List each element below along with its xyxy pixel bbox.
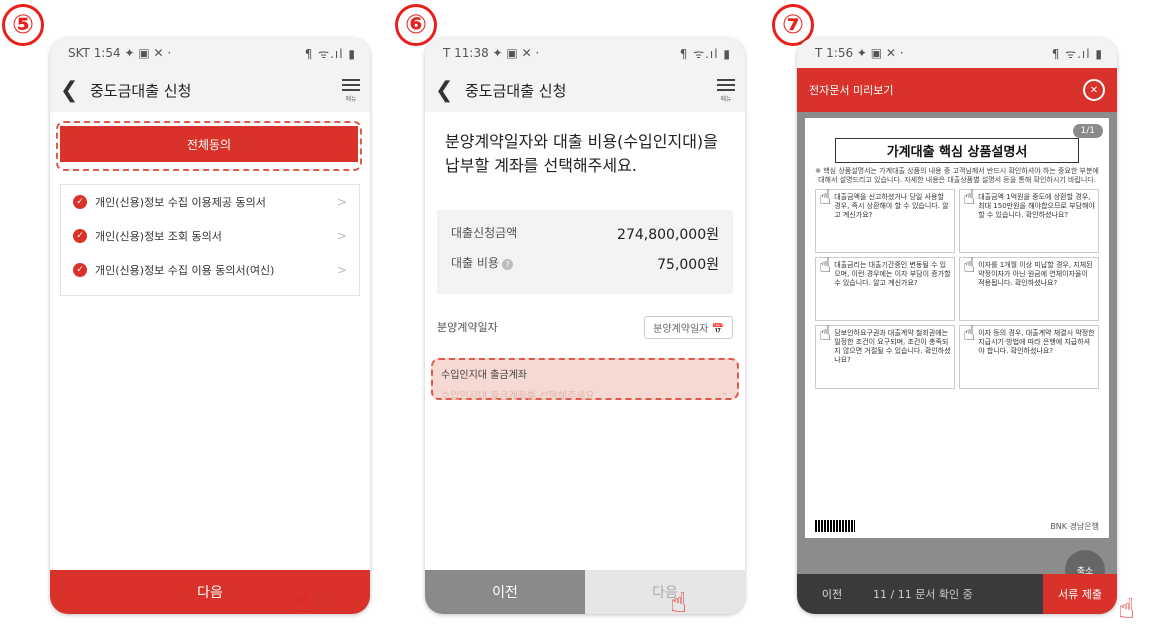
status-right: ¶ ᯤ.ıl ▮ — [304, 46, 356, 61]
next-button[interactable]: 다음 — [585, 570, 745, 614]
document-grid: ☝ 대출금액을 신고하셨거나 당일 사용할 경우, 즉시 상환해야 할 수 있습니… — [815, 185, 1099, 389]
document-footer: BNK 경남은행 — [815, 520, 1099, 532]
cell-text: 이자를 1개월 이상 미납할 경우, 지체된 약정이자가 아닌 원금에 연체이자… — [978, 261, 1093, 287]
cell-text: 담보인하요구권과 대출계약 철회권에는 일정한 조건이 요구되며, 조건이 충족… — [834, 329, 951, 364]
account-placeholder: 수입인지대 출금계좌를 선택해주세요 — [441, 391, 595, 402]
loan-amount-label: 대출신청금액 — [451, 226, 518, 240]
status-left: T 1:56 ✦ ▣ ✕ · — [815, 46, 904, 60]
bottom-bar: 다음 — [50, 570, 370, 614]
account-label: 수입인지대 출금계좌 — [441, 370, 527, 381]
content-area: 전체동의 ✓ 개인(신용)정보 수집 이용제공 동의서 > ✓ 개인(신용)정보… — [50, 112, 370, 570]
document-intro: ※ 핵심 상품설명서는 가계대출 상품의 내용 중 고객님께서 반드시 확인하셔… — [815, 167, 1099, 184]
app-bar: ❮ 중도금대출 신청 메뉴 — [50, 68, 370, 112]
document-cell: ☝ 담보인하요구권과 대출계약 철회권에는 일정한 조건이 요구되며, 조건이 충… — [815, 321, 955, 389]
menu-label: 메뉴 — [720, 96, 732, 103]
loan-cost-value: 75,000원 — [657, 257, 719, 273]
amount-summary: 대출신청금액 274,800,000원 대출 비용? 75,000원 — [437, 210, 733, 294]
contract-date-row: 분양계약일자 분양계약일자 📅 — [437, 312, 733, 342]
pointing-hand-icon: ☝ — [963, 321, 976, 345]
page-title: 중도금대출 신청 — [90, 81, 192, 100]
account-select[interactable]: 수입인지대 출금계좌 수입인지대 출금계좌를 선택해주세요 ⌄ — [431, 358, 739, 402]
contract-date-picker[interactable]: 분양계약일자 📅 — [644, 315, 733, 339]
agree-all-button[interactable]: 전체동의 — [60, 126, 358, 162]
prev-button[interactable]: 이전 — [425, 570, 585, 614]
pointing-hand-icon: ☝ — [963, 253, 976, 277]
pointing-hand-icon: ☝ — [819, 185, 832, 209]
next-button[interactable]: 다음 — [50, 570, 370, 614]
help-icon[interactable]: ? — [501, 259, 513, 270]
instruction-heading: 분양계약일자와 대출 비용(수입인지대)을 납부할 계좌를 선택해주세요. — [445, 132, 718, 175]
barcode-icon — [815, 520, 855, 532]
consent-label: 개인(신용)정보 수집 이용제공 동의서 — [95, 196, 266, 209]
menu-icon[interactable]: 메뉴 — [342, 76, 360, 103]
status-right: ¶ ᯤ.ıl ▮ — [679, 46, 731, 61]
page-title: 중도금대출 신청 — [465, 81, 567, 100]
cell-text: 대출금액 1억원을 중도에 상환할 경우, 최대 150만원을 해야합으므로 부… — [978, 193, 1095, 219]
status-bar: T 1:56 ✦ ▣ ✕ · ¶ ᯤ.ıl ▮ — [797, 38, 1117, 68]
tap-hand-icon: ☝ — [670, 586, 688, 619]
consent-list: ✓ 개인(신용)정보 수집 이용제공 동의서 > ✓ 개인(신용)정보 조회 동… — [60, 184, 360, 296]
loan-amount-value: 274,800,000원 — [617, 227, 719, 243]
viewer-footer: 이전 11 / 11 문서 확인 중 서류 제출 — [797, 574, 1117, 614]
preview-header: 전자문서 미리보기 ✕ — [797, 68, 1117, 112]
document-cell: ☝ 대출금리는 대출기간중인 변동될 수 있으며, 이런 경우에는 이자 부담이 … — [815, 253, 955, 321]
check-icon: ✓ — [73, 263, 87, 277]
chevron-down-icon: ⌄ — [720, 387, 729, 398]
back-icon[interactable]: ❮ — [435, 78, 459, 103]
document-title: 가계대출 핵심 상품설명서 — [835, 138, 1079, 163]
menu-icon[interactable]: 메뉴 — [717, 76, 735, 103]
step-badge-5: ⑤ — [2, 4, 44, 46]
pointing-hand-icon: ☝ — [963, 185, 976, 209]
status-bar: T 11:38 ✦ ▣ ✕ · ¶ ᯤ.ıl ▮ — [425, 38, 745, 68]
phone-screen-5: SKT 1:54 ✦ ▣ ✕ · ¶ ᯤ.ıl ▮ ❮ 중도금대출 신청 메뉴 … — [50, 38, 370, 614]
preview-title: 전자문서 미리보기 — [809, 84, 894, 97]
phone-screen-7: T 1:56 ✦ ▣ ✕ · ¶ ᯤ.ıl ▮ 전자문서 미리보기 ✕ 가계대출… — [797, 38, 1117, 614]
pointing-hand-icon: ☝ — [819, 253, 832, 277]
cell-text: 대출금리는 대출기간중인 변동될 수 있으며, 이런 경우에는 이자 부담이 증… — [834, 261, 951, 287]
step-badge-6: ⑥ — [395, 4, 437, 46]
document-progress: 11 / 11 문서 확인 중 — [873, 588, 973, 601]
status-left: SKT 1:54 ✦ ▣ ✕ · — [68, 46, 172, 60]
chevron-right-icon: > — [336, 195, 347, 209]
prev-button[interactable]: 이전 — [797, 586, 867, 602]
status-left: T 11:38 ✦ ▣ ✕ · — [443, 46, 540, 60]
page-indicator: 1/1 — [1072, 124, 1103, 138]
chevron-right-icon: > — [336, 229, 347, 243]
check-icon: ✓ — [73, 195, 87, 209]
bottom-bar: 이전 다음 — [425, 570, 745, 614]
chevron-right-icon: > — [336, 263, 347, 277]
menu-label: 메뉴 — [345, 96, 357, 103]
cell-text: 대출금액을 신고하셨거나 당일 사용할 경우, 즉시 상환해야 할 수 있습니다… — [834, 193, 949, 219]
cell-text: 이자 등의 경우, 대출계약 체결시 약정한 지급시기·방법에 따라 은행에 지… — [978, 329, 1095, 355]
consent-item-1[interactable]: ✓ 개인(신용)정보 수집 이용제공 동의서 > — [61, 185, 359, 219]
tap-hand-icon: ☝ — [1118, 592, 1136, 625]
footer-brand: BNK 경남은행 — [1050, 521, 1099, 531]
status-right: ¶ ᯤ.ıl ▮ — [1051, 46, 1103, 61]
check-icon: ✓ — [73, 229, 87, 243]
phone-screen-6: T 11:38 ✦ ▣ ✕ · ¶ ᯤ.ıl ▮ ❮ 중도금대출 신청 메뉴 분… — [425, 38, 745, 614]
close-icon[interactable]: ✕ — [1083, 79, 1105, 101]
document-cell: ☝ 대출금액 1억원을 중도에 상환할 경우, 최대 150만원을 해야합으므로 … — [959, 185, 1099, 253]
loan-cost-label: 대출 비용 — [451, 256, 499, 270]
back-icon[interactable]: ❮ — [60, 78, 84, 103]
pointing-hand-icon: ☝ — [819, 321, 832, 345]
document-cell: ☝ 이자를 1개월 이상 미납할 경우, 지체된 약정이자가 아닌 원금에 연체이… — [959, 253, 1099, 321]
document-page: 가계대출 핵심 상품설명서 ※ 핵심 상품설명서는 가계대출 상품의 내용 중 … — [805, 118, 1109, 538]
document-cell: ☝ 이자 등의 경우, 대출계약 체결시 약정한 지급시기·방법에 따라 은행에 … — [959, 321, 1099, 389]
tap-hand-icon: ☝ — [294, 586, 312, 619]
content-area: 분양계약일자와 대출 비용(수입인지대)을 납부할 계좌를 선택해주세요. 대출… — [425, 112, 745, 570]
status-bar: SKT 1:54 ✦ ▣ ✕ · ¶ ᯤ.ıl ▮ — [50, 38, 370, 68]
app-bar: ❮ 중도금대출 신청 메뉴 — [425, 68, 745, 112]
document-viewer[interactable]: 가계대출 핵심 상품설명서 ※ 핵심 상품설명서는 가계대출 상품의 내용 중 … — [797, 112, 1117, 574]
consent-item-3[interactable]: ✓ 개인(신용)정보 수집 이용 동의서(여신) > — [61, 253, 359, 287]
consent-label: 개인(신용)정보 조회 동의서 — [95, 230, 222, 243]
submit-documents-button[interactable]: 서류 제출 — [1043, 574, 1117, 614]
document-cell: ☝ 대출금액을 신고하셨거나 당일 사용할 경우, 즉시 상환해야 할 수 있습니… — [815, 185, 955, 253]
contract-date-label: 분양계약일자 — [437, 321, 498, 334]
consent-item-2[interactable]: ✓ 개인(신용)정보 조회 동의서 > — [61, 219, 359, 253]
consent-label: 개인(신용)정보 수집 이용 동의서(여신) — [95, 264, 275, 277]
